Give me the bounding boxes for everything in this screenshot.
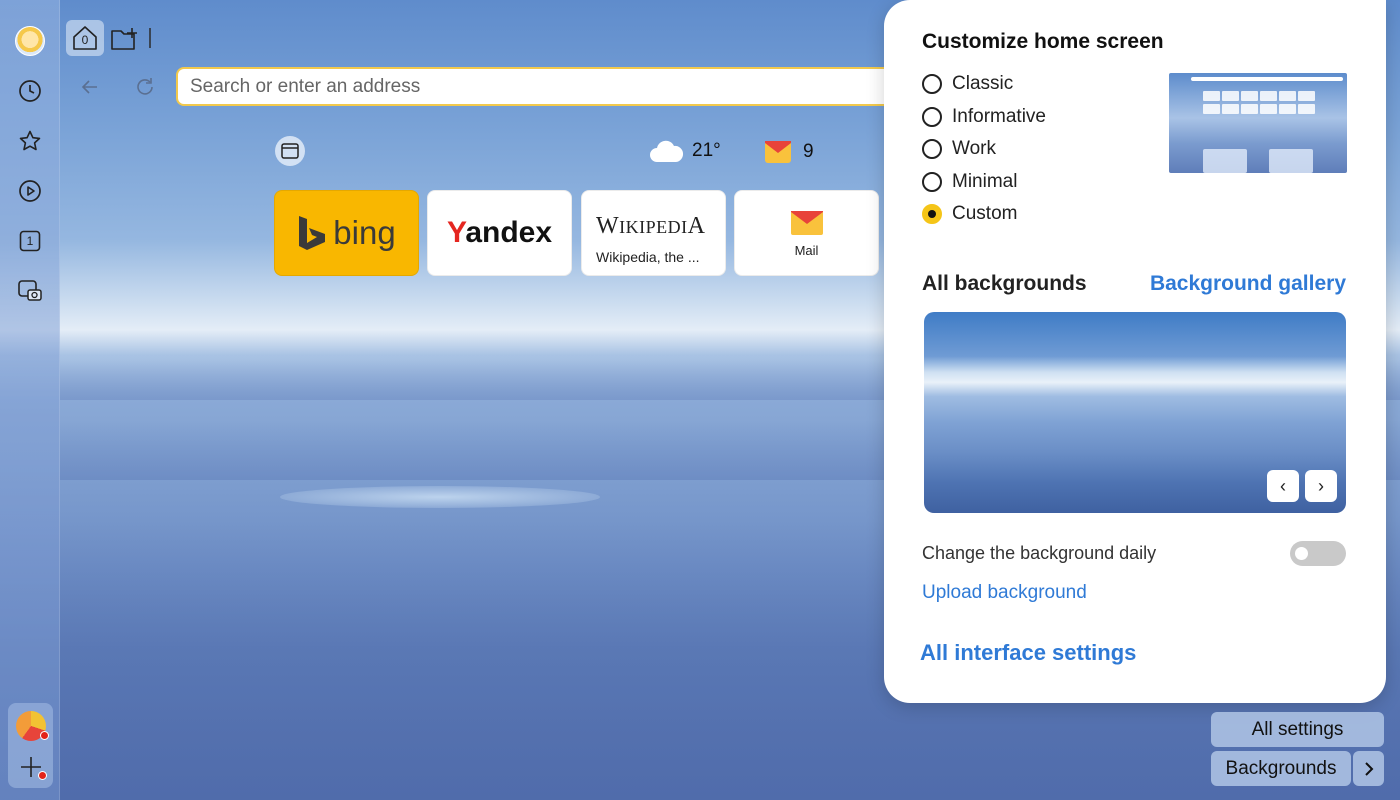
layout-radio-group: Classic Informative Work Minimal Custom	[922, 68, 1046, 231]
radio-button[interactable]	[922, 74, 942, 95]
chevron-left-icon[interactable]: ‹	[1267, 470, 1299, 502]
tabs-count-icon[interactable]: 1	[15, 226, 45, 256]
left-sidebar: 1	[0, 0, 60, 800]
history-icon[interactable]	[15, 76, 45, 106]
radio-button-selected[interactable]	[922, 204, 942, 225]
preview-tile	[1279, 104, 1296, 114]
mail-envelope-icon	[791, 211, 823, 235]
customize-home-panel: Customize home screen Classic Informativ…	[884, 0, 1386, 703]
bing-logo-icon	[299, 216, 326, 250]
panel-title: Customize home screen	[922, 30, 1164, 53]
sidebar-bottom-group	[8, 703, 53, 788]
cloud-icon	[650, 140, 684, 162]
preview-tile	[1241, 104, 1258, 114]
weather-widget[interactable]: 21°	[648, 136, 721, 166]
mail-count: 9	[803, 141, 814, 162]
preview-search-bar	[1191, 77, 1343, 81]
tab-divider	[149, 28, 151, 48]
tile-label: Mail	[794, 243, 819, 258]
all-settings-button[interactable]: All settings	[1211, 712, 1384, 747]
preview-tile	[1298, 91, 1315, 101]
layout-option-classic[interactable]: Classic	[922, 68, 1046, 101]
layout-option-informative[interactable]: Informative	[922, 101, 1046, 134]
preview-widget	[1203, 149, 1247, 173]
chevron-right-icon[interactable]: ›	[1305, 470, 1337, 502]
backgrounds-heading: All backgrounds	[922, 272, 1087, 295]
background-gallery-link[interactable]: Background gallery	[1150, 272, 1346, 296]
chevron-right-icon[interactable]	[1353, 751, 1384, 786]
new-tab-folder-icon[interactable]	[110, 24, 140, 54]
tile-mail[interactable]: Mail	[734, 190, 879, 276]
address-bar[interactable]	[176, 67, 906, 106]
layout-option-custom[interactable]: Custom	[922, 198, 1046, 231]
all-interface-settings-link[interactable]: All interface settings	[920, 640, 1136, 666]
notification-dot	[38, 771, 47, 780]
wikipedia-logo-text: WIKIPEDIA	[596, 213, 706, 239]
preview-widget	[1269, 149, 1313, 173]
bookmarks-star-icon[interactable]	[15, 126, 45, 156]
preview-tile	[1260, 91, 1277, 101]
notification-dot	[40, 731, 49, 740]
layout-option-minimal[interactable]: Minimal	[922, 166, 1046, 199]
screenshot-camera-icon[interactable]	[15, 276, 45, 306]
mail-envelope-icon	[765, 141, 791, 163]
widgets-icon[interactable]	[275, 136, 305, 166]
layout-preview-thumbnail	[1169, 73, 1347, 173]
tile-bing[interactable]: bing	[274, 190, 419, 276]
daily-background-label: Change the background daily	[922, 543, 1157, 563]
radio-button[interactable]	[922, 139, 942, 160]
radio-button[interactable]	[922, 171, 942, 192]
back-arrow-icon[interactable]	[77, 74, 103, 100]
layout-option-label: Custom	[952, 203, 1018, 225]
tile-subtitle: Wikipedia, the ...	[596, 249, 700, 265]
tile-yandex[interactable]: Yandex	[427, 190, 572, 276]
layout-option-label: Work	[952, 138, 996, 160]
daily-background-toggle[interactable]	[1290, 541, 1346, 566]
reload-icon[interactable]	[132, 74, 158, 100]
temperature-text: 21°	[692, 140, 721, 161]
upload-background-link[interactable]: Upload background	[922, 582, 1087, 604]
layout-option-label: Informative	[952, 105, 1046, 127]
layout-option-work[interactable]: Work	[922, 133, 1046, 166]
tile-wikipedia[interactable]: WIKIPEDIA Wikipedia, the ...	[581, 190, 726, 276]
lake	[280, 486, 600, 508]
preview-tile	[1260, 104, 1277, 114]
search-input[interactable]	[178, 69, 904, 104]
preview-tile	[1222, 104, 1239, 114]
preview-tile	[1241, 91, 1258, 101]
user-avatar[interactable]	[15, 26, 45, 56]
radio-button[interactable]	[922, 106, 942, 127]
layout-option-label: Classic	[952, 73, 1014, 95]
mail-widget[interactable]: 9	[765, 138, 814, 166]
preview-tile	[1222, 91, 1239, 101]
play-video-icon[interactable]	[15, 176, 45, 206]
layout-option-label: Minimal	[952, 170, 1018, 192]
preview-tile	[1298, 104, 1315, 114]
tile-label: bing	[333, 214, 396, 251]
yandex-logo-text: Yandex	[446, 216, 553, 249]
backgrounds-button[interactable]: Backgrounds	[1211, 751, 1351, 786]
tabs-count-badge: 1	[26, 234, 34, 248]
preview-tile	[1279, 91, 1296, 101]
home-tab-count: 0	[81, 33, 89, 47]
background-preview-image: ‹ ›	[924, 312, 1346, 513]
home-tab[interactable]: 0	[66, 20, 104, 56]
preview-tile	[1203, 104, 1220, 114]
preview-tile	[1203, 91, 1220, 101]
